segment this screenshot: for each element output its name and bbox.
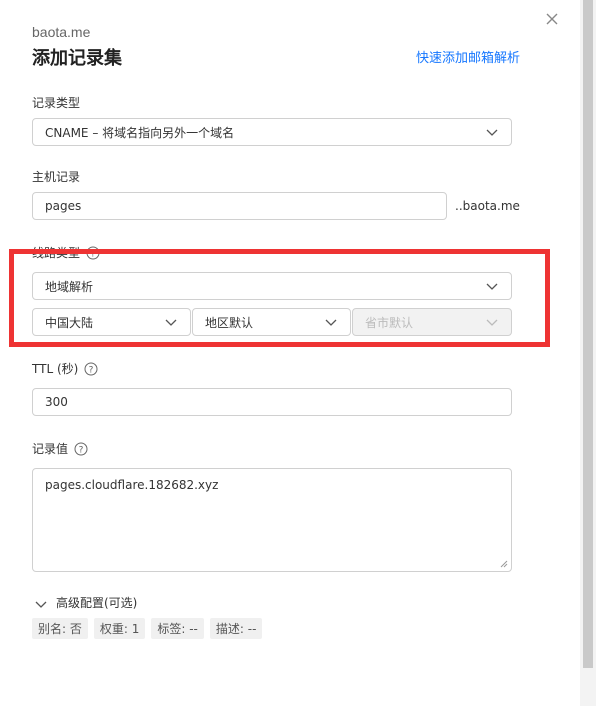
- help-icon[interactable]: ?: [84, 362, 98, 376]
- host-suffix: ..baota.me: [455, 199, 520, 213]
- record-type-value: CNAME – 将域名指向另外一个域名: [45, 125, 235, 140]
- advanced-config-toggle[interactable]: 高级配置(可选): [34, 594, 137, 611]
- highlight-box: [9, 249, 550, 347]
- advanced-config-label: 高级配置(可选): [56, 596, 138, 610]
- close-icon[interactable]: [542, 9, 562, 29]
- host-value: pages: [45, 199, 82, 213]
- ttl-label-text: TTL (秒): [32, 362, 79, 376]
- dialog-title: 添加记录集: [32, 48, 122, 69]
- domain-name: baota.me: [32, 24, 91, 40]
- host-input[interactable]: pages: [32, 192, 447, 220]
- help-icon[interactable]: ?: [74, 442, 88, 456]
- record-type-select[interactable]: CNAME – 将域名指向另外一个域名: [32, 118, 512, 146]
- host-label-text: 主机记录: [32, 170, 81, 184]
- record-type-label: 记录类型: [32, 94, 80, 111]
- tag-alias: 别名: 否: [32, 618, 88, 639]
- chevron-down-icon: [485, 125, 499, 139]
- svg-text:?: ?: [79, 445, 84, 455]
- ttl-input[interactable]: 300: [32, 388, 512, 416]
- record-value-label-text: 记录值: [32, 442, 69, 456]
- scrollbar-thumb[interactable]: [583, 0, 593, 668]
- record-value-label: 记录值 ?: [32, 440, 88, 457]
- record-value-text: pages.cloudflare.182682.xyz: [45, 478, 219, 492]
- add-record-dialog: baota.me 添加记录集 快速添加邮箱解析 记录类型 CNAME – 将域名…: [0, 0, 580, 706]
- chevron-down-icon: [34, 597, 48, 609]
- record-type-label-text: 记录类型: [32, 96, 81, 110]
- ttl-value: 300: [45, 395, 68, 409]
- record-value-textarea[interactable]: pages.cloudflare.182682.xyz: [32, 468, 512, 572]
- svg-text:?: ?: [89, 365, 94, 375]
- tag-description: 描述: --: [209, 618, 263, 639]
- advanced-tags: 别名: 否 权重: 1 标签: -- 描述: --: [32, 618, 263, 639]
- host-label: 主机记录: [32, 168, 80, 185]
- resize-handle-icon[interactable]: [500, 560, 508, 568]
- tag-label: 标签: --: [151, 618, 204, 639]
- ttl-label: TTL (秒) ?: [32, 360, 98, 377]
- tag-weight: 权重: 1: [93, 618, 146, 639]
- quick-add-mail-link[interactable]: 快速添加邮箱解析: [416, 47, 520, 66]
